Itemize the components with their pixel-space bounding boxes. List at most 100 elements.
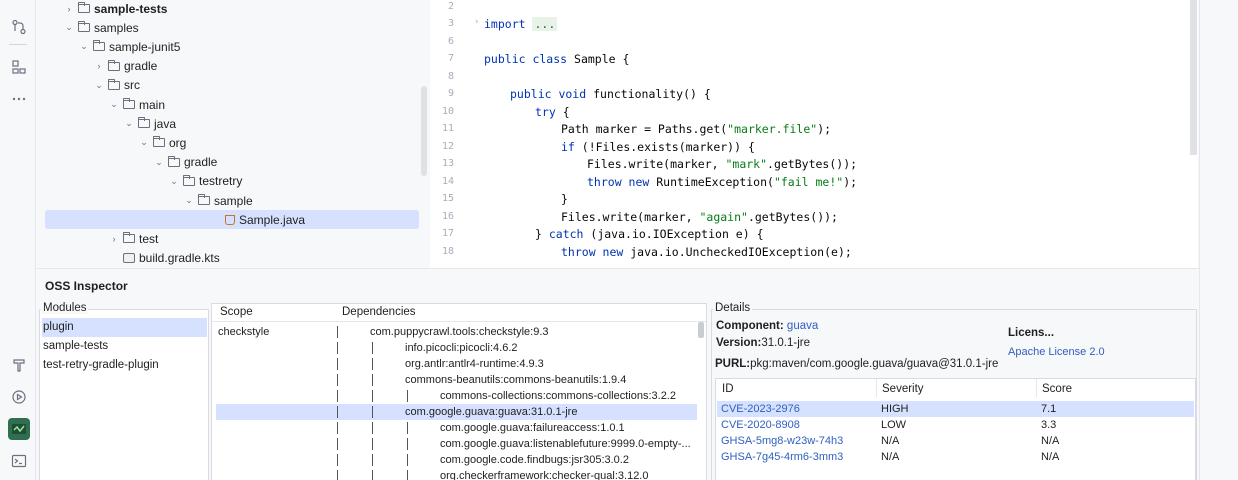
vulnerability-row[interactable]: GHSA-7g45-4rm6-3mm3 N/A N/A bbox=[717, 449, 1194, 465]
tree-item[interactable]: › test bbox=[108, 229, 159, 248]
dependency-row[interactable]: com.puppycrawl.tools:checkstyle:9.3 bbox=[216, 324, 697, 340]
dependency-row[interactable]: info.picocli:picocli:4.6.2 bbox=[216, 340, 697, 356]
dependency-row[interactable]: com.google.code.findbugs:jsr305:3.0.2 bbox=[216, 452, 697, 468]
chevron-down-icon[interactable]: ⌄ bbox=[183, 195, 195, 206]
tree-item-label: testretry bbox=[199, 174, 243, 189]
tree-guide-line bbox=[407, 454, 408, 466]
license-link[interactable]: Apache License 2.0 bbox=[1008, 344, 1105, 360]
chevron-down-icon[interactable]: ⌄ bbox=[78, 41, 90, 52]
tree-item[interactable]: ⌄ gradle bbox=[153, 153, 217, 172]
java-file-icon bbox=[225, 214, 235, 225]
tree-item[interactable]: Sample.java bbox=[45, 210, 419, 230]
chevron-right-icon[interactable]: › bbox=[63, 4, 75, 14]
version-row: Version:31.0.1-jre bbox=[716, 337, 810, 349]
severity-header[interactable]: Severity bbox=[882, 383, 924, 395]
module-item[interactable]: test-retry-gradle-plugin bbox=[42, 356, 207, 375]
import-fold[interactable]: ... bbox=[532, 17, 558, 31]
component-link[interactable]: guava bbox=[787, 320, 818, 332]
dependency-row[interactable]: org.antlr:antlr4-runtime:4.9.3 bbox=[216, 356, 697, 372]
code-editor[interactable]: 2 3 6 7 8 9 10 11 12 13 14 15 16 17 18 › import ... pub… bbox=[430, 0, 1198, 268]
dependency-row[interactable]: commons-beanutils:commons-beanutils:1.9.… bbox=[216, 372, 697, 388]
line-number: 18 bbox=[441, 246, 454, 257]
tree-item[interactable]: ⌄ src bbox=[93, 76, 140, 95]
dependency-row[interactable]: com.google.guava:guava:31.0.1-jre bbox=[216, 404, 697, 420]
code-line-15: } bbox=[561, 192, 568, 206]
dependencies-header[interactable]: Dependencies bbox=[342, 306, 416, 318]
run-services-icon[interactable] bbox=[8, 386, 30, 408]
line-number: 10 bbox=[441, 106, 454, 117]
dependency-label: com.puppycrawl.tools:checkstyle:9.3 bbox=[370, 326, 549, 338]
terminal-icon[interactable] bbox=[8, 450, 30, 472]
id-header[interactable]: ID bbox=[722, 383, 734, 395]
purl-row: PURL:pkg:maven/com.google.guava/guava@31… bbox=[715, 358, 999, 370]
vuln-id[interactable]: CVE-2023-2976 bbox=[721, 401, 800, 417]
tree-item[interactable]: › sample-tests bbox=[63, 0, 168, 18]
structure-icon[interactable] bbox=[8, 56, 30, 78]
vuln-id[interactable]: CVE-2020-8908 bbox=[721, 417, 800, 433]
tree-item[interactable]: ⌄ testretry bbox=[168, 172, 242, 191]
line-number: 6 bbox=[447, 36, 454, 47]
tree-item[interactable]: ⌄ sample bbox=[183, 191, 252, 210]
score-header[interactable]: Score bbox=[1042, 383, 1072, 395]
tree-guide-line bbox=[337, 358, 338, 370]
dependency-label: com.google.guava:failureaccess:1.0.1 bbox=[440, 422, 625, 434]
folder-icon bbox=[123, 232, 135, 244]
tree-guide-line bbox=[337, 374, 338, 386]
dependency-row[interactable]: commons-collections:commons-collections:… bbox=[216, 388, 697, 404]
tree-item[interactable]: ⌄ sample-junit5 bbox=[78, 37, 180, 56]
vulnerability-row[interactable]: GHSA-5mg8-w23w-74h3 N/A N/A bbox=[717, 433, 1194, 449]
dependencies-scrollbar[interactable] bbox=[698, 322, 704, 338]
details-panel: Component: guava Version:31.0.1-jre Lice… bbox=[711, 309, 1197, 480]
chevron-right-icon[interactable]: › bbox=[93, 61, 105, 71]
line-number: 13 bbox=[441, 158, 454, 169]
tree-item-label: src bbox=[124, 78, 140, 93]
code-line-10: try { bbox=[535, 105, 570, 119]
tree-item[interactable]: ⌄ java bbox=[123, 114, 176, 133]
folder-icon bbox=[78, 2, 90, 13]
tree-item[interactable]: ⌄ samples bbox=[63, 18, 139, 37]
oss-inspector-icon[interactable] bbox=[8, 418, 30, 440]
tree-item[interactable]: ⌄ org bbox=[138, 133, 186, 152]
tree-item-label: samples bbox=[94, 20, 139, 35]
vulnerability-row[interactable]: CVE-2020-8908 LOW 3.3 bbox=[717, 417, 1194, 433]
dependency-label: com.google.code.findbugs:jsr305:3.0.2 bbox=[440, 454, 629, 466]
module-item[interactable]: plugin bbox=[42, 318, 207, 337]
fold-chevron-icon[interactable]: › bbox=[474, 17, 479, 27]
tree-item-label: main bbox=[139, 97, 166, 112]
chevron-down-icon[interactable]: ⌄ bbox=[93, 80, 105, 91]
dependency-row[interactable]: com.google.guava:failureaccess:1.0.1 bbox=[216, 420, 697, 436]
more-icon[interactable] bbox=[8, 88, 30, 110]
line-number: 9 bbox=[447, 88, 454, 99]
dependency-row[interactable]: org.checkerframework:checker-qual:3.12.0 bbox=[216, 468, 697, 480]
tree-item[interactable]: build.gradle.kts bbox=[108, 249, 220, 268]
dependency-row[interactable]: com.google.guava:listenablefuture:9999.0… bbox=[216, 436, 697, 452]
chevron-down-icon[interactable]: ⌄ bbox=[63, 22, 75, 33]
vulnerability-row[interactable]: CVE-2023-2976 HIGH 7.1 bbox=[717, 401, 1194, 417]
tree-scrollbar[interactable] bbox=[421, 86, 427, 176]
code-line-18: throw new java.io.UncheckedIOException(e… bbox=[561, 245, 852, 259]
tree-item[interactable]: ⌄ main bbox=[108, 95, 165, 114]
scope-header[interactable]: Scope bbox=[220, 306, 253, 318]
chevron-down-icon[interactable]: ⌄ bbox=[108, 99, 120, 110]
modules-list: plugin sample-tests test-retry-gradle-plug… bbox=[39, 309, 209, 480]
chevron-down-icon[interactable]: ⌄ bbox=[168, 176, 180, 187]
vuln-id[interactable]: GHSA-5mg8-w23w-74h3 bbox=[721, 433, 843, 449]
vuln-id[interactable]: GHSA-7g45-4rm6-3mm3 bbox=[721, 449, 843, 465]
editor-scrollbar[interactable] bbox=[1190, 0, 1197, 155]
chevron-down-icon[interactable]: ⌄ bbox=[123, 118, 135, 129]
chevron-down-icon[interactable]: ⌄ bbox=[153, 157, 165, 168]
line-number: 2 bbox=[447, 1, 454, 12]
vuln-severity: HIGH bbox=[881, 403, 909, 415]
code-line-17: } catch (java.io.IOException e) { bbox=[535, 227, 764, 241]
git-commit-icon[interactable] bbox=[8, 16, 30, 38]
build-hammer-icon[interactable] bbox=[8, 354, 30, 376]
tree-guide-line bbox=[407, 390, 408, 402]
tree-item[interactable]: › gradle bbox=[93, 57, 158, 76]
module-item[interactable]: sample-tests bbox=[42, 337, 207, 356]
tree-guide-line bbox=[372, 358, 373, 370]
chevron-down-icon[interactable]: ⌄ bbox=[138, 137, 150, 148]
dependency-label: org.checkerframework:checker-qual:3.12.0 bbox=[440, 470, 649, 480]
tree-guide-line bbox=[372, 438, 373, 450]
project-tree: › sample-tests ⌄ samples ⌄ sample-junit5 › grad… bbox=[37, 0, 430, 268]
chevron-right-icon[interactable]: › bbox=[108, 234, 120, 244]
